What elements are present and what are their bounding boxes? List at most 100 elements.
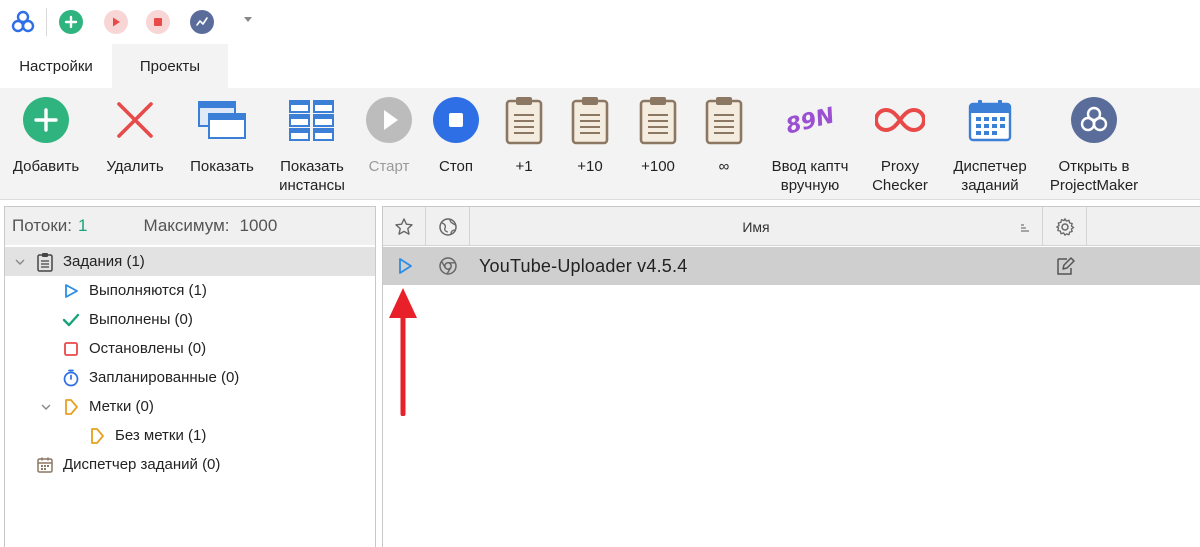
table-row[interactable]: YouTube-Uploader v4.5.4 xyxy=(383,247,1200,285)
manual-captcha-label: Ввод каптч вручную xyxy=(771,158,849,194)
quick-access-dropdown-icon[interactable] xyxy=(244,17,252,22)
projects-grid: Имя YouTube-Uploader v4.5.4 xyxy=(382,206,1200,547)
annotation-arrow-icon xyxy=(389,288,417,416)
tree-item-tasks-label: Задания (1) xyxy=(63,253,145,270)
row-browser xyxy=(438,247,462,285)
row-status[interactable] xyxy=(397,247,417,285)
quick-stop-icon[interactable] xyxy=(146,10,170,34)
tree-item-done[interactable]: Выполнены (0) xyxy=(61,305,193,334)
max-threads-value[interactable]: 1000 xyxy=(240,216,278,236)
windows-icon xyxy=(198,101,246,139)
quick-stats-icon[interactable] xyxy=(190,10,214,34)
open-projectmaker-label: Открыть в ProjectMaker xyxy=(1049,158,1139,194)
threads-label: Потоки: xyxy=(12,216,73,235)
plus-100-button[interactable]: +100 xyxy=(630,88,686,200)
delete-button[interactable]: Удалить xyxy=(100,88,170,200)
tree-item-no-tag-label: Без метки (1) xyxy=(115,427,207,444)
tag-icon xyxy=(87,426,107,446)
plus-10-button[interactable]: +10 xyxy=(564,88,616,200)
svg-text:89N: 89N xyxy=(784,103,837,139)
tree-item-running[interactable]: Выполняются (1) xyxy=(61,276,207,305)
scheduler-label: Диспетчер заданий xyxy=(953,158,1027,194)
close-icon xyxy=(117,102,153,138)
play-outline-icon xyxy=(399,258,412,274)
tab-projects[interactable]: Проекты xyxy=(112,44,228,88)
zennoposter-logo-icon[interactable] xyxy=(10,9,36,35)
infinite-label: ∞ xyxy=(718,158,730,175)
tree-item-scheduled[interactable]: Запланированные (0) xyxy=(61,363,239,392)
tree-item-stopped[interactable]: Остановлены (0) xyxy=(61,334,206,363)
captcha-icon: 89N xyxy=(784,103,837,139)
add-icon xyxy=(23,97,69,143)
gear-icon xyxy=(1055,217,1074,236)
clipboard-icon xyxy=(705,97,743,145)
max-threads-label: Максимум: xyxy=(143,216,230,235)
checkmark-icon xyxy=(61,310,81,330)
stop-outline-icon xyxy=(61,339,81,359)
plus-1-button[interactable]: +1 xyxy=(498,88,550,200)
globe-icon xyxy=(438,217,457,236)
show-instances-label: Показать инстансы xyxy=(279,158,345,194)
quick-add-icon[interactable] xyxy=(59,10,83,34)
tag-icon xyxy=(61,397,81,417)
tab-settings[interactable]: Настройки xyxy=(0,44,112,88)
quick-start-icon[interactable] xyxy=(104,10,128,34)
row-name: YouTube-Uploader v4.5.4 xyxy=(479,247,979,285)
tree-item-scheduled-label: Запланированные (0) xyxy=(89,369,240,386)
stopwatch-icon xyxy=(61,368,81,388)
tree-item-scheduler-label: Диспетчер заданий (0) xyxy=(63,456,221,473)
tree-item-tasks[interactable]: Задания (1) xyxy=(5,247,375,276)
manual-captcha-button[interactable]: 89N Ввод каптч вручную xyxy=(762,88,858,200)
tree-item-done-label: Выполнены (0) xyxy=(89,311,193,328)
threads-bar: Потоки: 1 Максимум: 1000 xyxy=(5,207,375,245)
chevron-down-icon[interactable] xyxy=(14,256,26,268)
col-name-label: Имя xyxy=(742,218,770,235)
clipboard-icon xyxy=(35,252,55,272)
tree-item-running-label: Выполняются (1) xyxy=(89,282,207,299)
infinite-button[interactable]: ∞ xyxy=(698,88,750,200)
tree-item-scheduler[interactable]: Диспетчер заданий (0) xyxy=(35,450,220,479)
show-instances-button[interactable]: Показать инстансы xyxy=(272,88,352,200)
stop-label: Стоп xyxy=(439,158,473,175)
add-button[interactable]: Добавить xyxy=(8,88,84,200)
stop-button[interactable]: Стоп xyxy=(426,88,486,200)
add-label: Добавить xyxy=(12,158,80,175)
tasks-panel: Потоки: 1 Максимум: 1000 Задания (1) Вып… xyxy=(4,206,376,547)
quick-access-toolbar xyxy=(0,0,1200,44)
open-projectmaker-button[interactable]: Открыть в ProjectMaker xyxy=(1044,88,1144,200)
project-name: YouTube-Uploader v4.5.4 xyxy=(479,255,688,276)
calendar-icon xyxy=(968,100,1012,142)
proxy-checker-button[interactable]: Proxy Checker xyxy=(862,88,938,200)
ribbon-tabs: Настройки Проекты xyxy=(0,44,1200,88)
toolbar-separator xyxy=(46,8,47,36)
start-button[interactable]: Старт xyxy=(358,88,420,200)
plus-1-label: +1 xyxy=(515,158,533,175)
stop-icon xyxy=(433,97,479,143)
col-settings[interactable] xyxy=(1043,207,1087,246)
tree-item-no-tag[interactable]: Без метки (1) xyxy=(87,421,206,450)
plus-10-label: +10 xyxy=(577,158,603,175)
scheduler-button[interactable]: Диспетчер заданий xyxy=(944,88,1036,200)
grid-header: Имя xyxy=(383,207,1200,246)
chevron-down-icon[interactable] xyxy=(40,401,52,413)
play-outline-icon xyxy=(61,281,81,301)
projectmaker-logo-icon xyxy=(1071,97,1117,143)
plus-100-label: +100 xyxy=(641,158,675,175)
threads-value: 1 xyxy=(78,216,88,235)
edit-icon xyxy=(1057,257,1075,275)
col-name[interactable]: Имя xyxy=(470,207,1043,246)
tree-item-tags-label: Метки (0) xyxy=(89,398,154,415)
calendar-icon xyxy=(35,455,55,475)
col-favorite[interactable] xyxy=(383,207,426,246)
row-edit[interactable] xyxy=(1055,247,1079,285)
chrome-icon xyxy=(439,257,457,275)
infinity-icon xyxy=(875,107,925,133)
show-button[interactable]: Показать xyxy=(184,88,260,200)
instances-grid-icon xyxy=(289,100,334,141)
tree-item-stopped-label: Остановлены (0) xyxy=(89,340,207,357)
sort-icon xyxy=(1021,224,1029,232)
proxy-checker-label: Proxy Checker xyxy=(872,158,928,194)
clipboard-icon xyxy=(505,97,543,145)
col-browser[interactable] xyxy=(426,207,470,246)
tree-item-tags[interactable]: Метки (0) xyxy=(41,392,154,421)
